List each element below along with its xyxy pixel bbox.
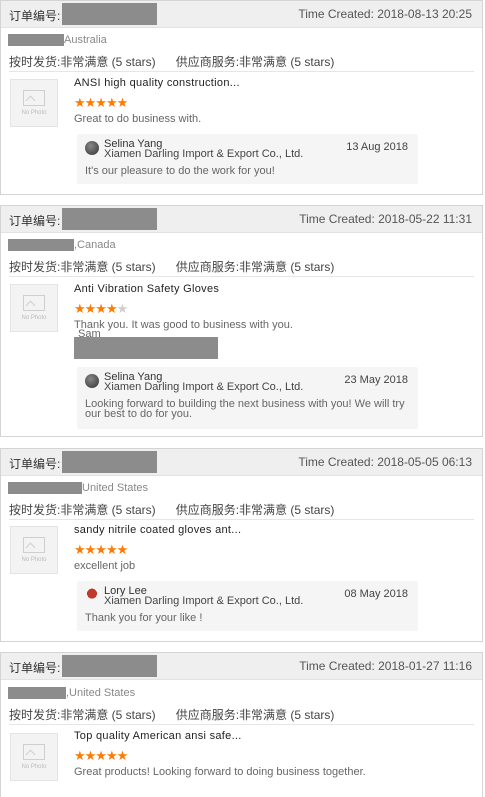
image-placeholder-icon <box>23 90 45 106</box>
reply-company: Xiamen Darling Import & Export Co., Ltd. <box>104 595 304 607</box>
no-photo-label: No Photo <box>21 315 47 321</box>
order-header: 订单编号: Time Created: 2018-01-27 11:16 <box>1 653 482 680</box>
product-thumbnail[interactable]: No Photo <box>10 526 58 574</box>
review-card: 订单编号: Time Created: 2018-01-27 11:16 ,Un… <box>0 652 483 797</box>
product-thumbnail[interactable]: No Photo <box>10 79 58 127</box>
product-title-link[interactable]: Anti Vibration Safety Gloves <box>74 283 219 295</box>
buyer-comment: Thank you. It was good to business with … <box>74 319 293 331</box>
rating-shipping: 按时发货:非常满意 (5 stars) <box>9 503 156 517</box>
divider <box>9 519 474 520</box>
reply-company: Xiamen Darling Import & Export Co., Ltd. <box>104 148 304 160</box>
no-photo-label: No Photo <box>21 764 47 770</box>
order-number-label: 订单编号: <box>9 214 61 228</box>
buyer-country: United States <box>82 482 149 494</box>
redacted-order-number <box>62 655 157 677</box>
star-rating: ★★★★★ <box>74 95 128 110</box>
redacted-order-number <box>62 451 157 473</box>
seller-ratings: 按时发货:非常满意 (5 stars) 供应商服务:非常满意 (5 stars) <box>9 501 334 518</box>
image-placeholder-icon <box>23 295 45 311</box>
buyer-comment: Great to do business with. <box>74 113 202 125</box>
product-thumbnail[interactable]: No Photo <box>10 733 58 781</box>
product-thumbnail[interactable]: No Photo <box>10 284 58 332</box>
rating-service: 供应商服务:非常满意 (5 stars) <box>175 503 335 517</box>
seller-ratings: 按时发货:非常满意 (5 stars) 供应商服务:非常满意 (5 stars) <box>9 706 334 723</box>
order-number-label: 订单编号: <box>9 9 61 23</box>
review-card: 订单编号: Time Created: 2018-08-13 20:25 Aus… <box>0 0 483 195</box>
rating-shipping: 按时发货:非常满意 (5 stars) <box>9 260 156 274</box>
star-rating: ★★★★★ <box>74 301 128 316</box>
buyer-country: Australia <box>64 34 107 46</box>
redacted-text <box>74 337 218 359</box>
buyer-comment: excellent job <box>74 560 136 572</box>
no-photo-label: No Photo <box>21 557 47 563</box>
order-header: 订单编号: Time Created: 2018-08-13 20:25 <box>1 1 482 28</box>
supplier-avatar <box>85 374 99 388</box>
divider <box>9 71 474 72</box>
rating-service: 供应商服务:非常满意 (5 stars) <box>175 55 335 69</box>
time-created: Time Created: 2018-01-27 11:16 <box>299 659 472 673</box>
redacted-buyer-name <box>8 482 82 494</box>
supplier-reply: Selina Yang Xiamen Darling Import & Expo… <box>77 134 418 184</box>
reply-company: Xiamen Darling Import & Export Co., Ltd. <box>104 381 304 393</box>
redacted-buyer-name <box>8 687 66 699</box>
product-title-link[interactable]: Top quality American ansi safe... <box>74 730 242 742</box>
review-card: 订单编号: Time Created: 2018-05-05 06:13 Uni… <box>0 448 483 642</box>
image-placeholder-icon <box>23 744 45 760</box>
star-rating: ★★★★★ <box>74 542 128 557</box>
divider <box>9 724 474 725</box>
reply-text: Looking forward to building the next bus… <box>85 398 405 420</box>
rating-shipping: 按时发货:非常满意 (5 stars) <box>9 55 156 69</box>
time-created: Time Created: 2018-05-22 11:31 <box>299 212 472 226</box>
no-photo-label: No Photo <box>21 110 47 116</box>
review-card: 订单编号: Time Created: 2018-05-22 11:31 ,Ca… <box>0 205 483 437</box>
image-placeholder-icon <box>23 537 45 553</box>
order-number-label: 订单编号: <box>9 661 61 675</box>
supplier-avatar <box>85 588 99 602</box>
redacted-order-number <box>62 3 157 25</box>
redacted-buyer-name <box>8 239 74 251</box>
divider <box>9 276 474 277</box>
buyer-country: ,United States <box>66 687 136 699</box>
supplier-avatar <box>85 141 99 155</box>
reply-date: 23 May 2018 <box>344 374 408 386</box>
rating-service: 供应商服务:非常满意 (5 stars) <box>175 260 335 274</box>
buyer-country: ,Canada <box>74 239 116 251</box>
seller-ratings: 按时发货:非常满意 (5 stars) 供应商服务:非常满意 (5 stars) <box>9 53 334 70</box>
rating-service: 供应商服务:非常满意 (5 stars) <box>175 708 335 722</box>
supplier-reply: Selina Yang Xiamen Darling Import & Expo… <box>77 367 418 429</box>
seller-ratings: 按时发货:非常满意 (5 stars) 供应商服务:非常满意 (5 stars) <box>9 258 334 275</box>
buyer-comment: Great products! Looking forward to doing… <box>74 766 366 778</box>
reply-date: 08 May 2018 <box>344 588 408 600</box>
reply-text: It's our pleasure to do the work for you… <box>85 165 275 177</box>
product-title-link[interactable]: sandy nitrile coated gloves ant... <box>74 524 241 536</box>
reply-date: 13 Aug 2018 <box>346 141 408 153</box>
order-number-label: 订单编号: <box>9 457 61 471</box>
redacted-buyer-name <box>8 34 64 46</box>
time-created: Time Created: 2018-08-13 20:25 <box>298 7 472 21</box>
product-title-link[interactable]: ANSI high quality construction... <box>74 77 240 89</box>
order-header: 订单编号: Time Created: 2018-05-05 06:13 <box>1 449 482 476</box>
redacted-order-number <box>62 208 157 230</box>
order-header: 订单编号: Time Created: 2018-05-22 11:31 <box>1 206 482 233</box>
supplier-reply: Lory Lee Xiamen Darling Import & Export … <box>77 581 418 631</box>
time-created: Time Created: 2018-05-05 06:13 <box>298 455 472 469</box>
reply-text: Thank you for your like ! <box>85 612 203 624</box>
star-rating: ★★★★★ <box>74 748 128 763</box>
rating-shipping: 按时发货:非常满意 (5 stars) <box>9 708 156 722</box>
